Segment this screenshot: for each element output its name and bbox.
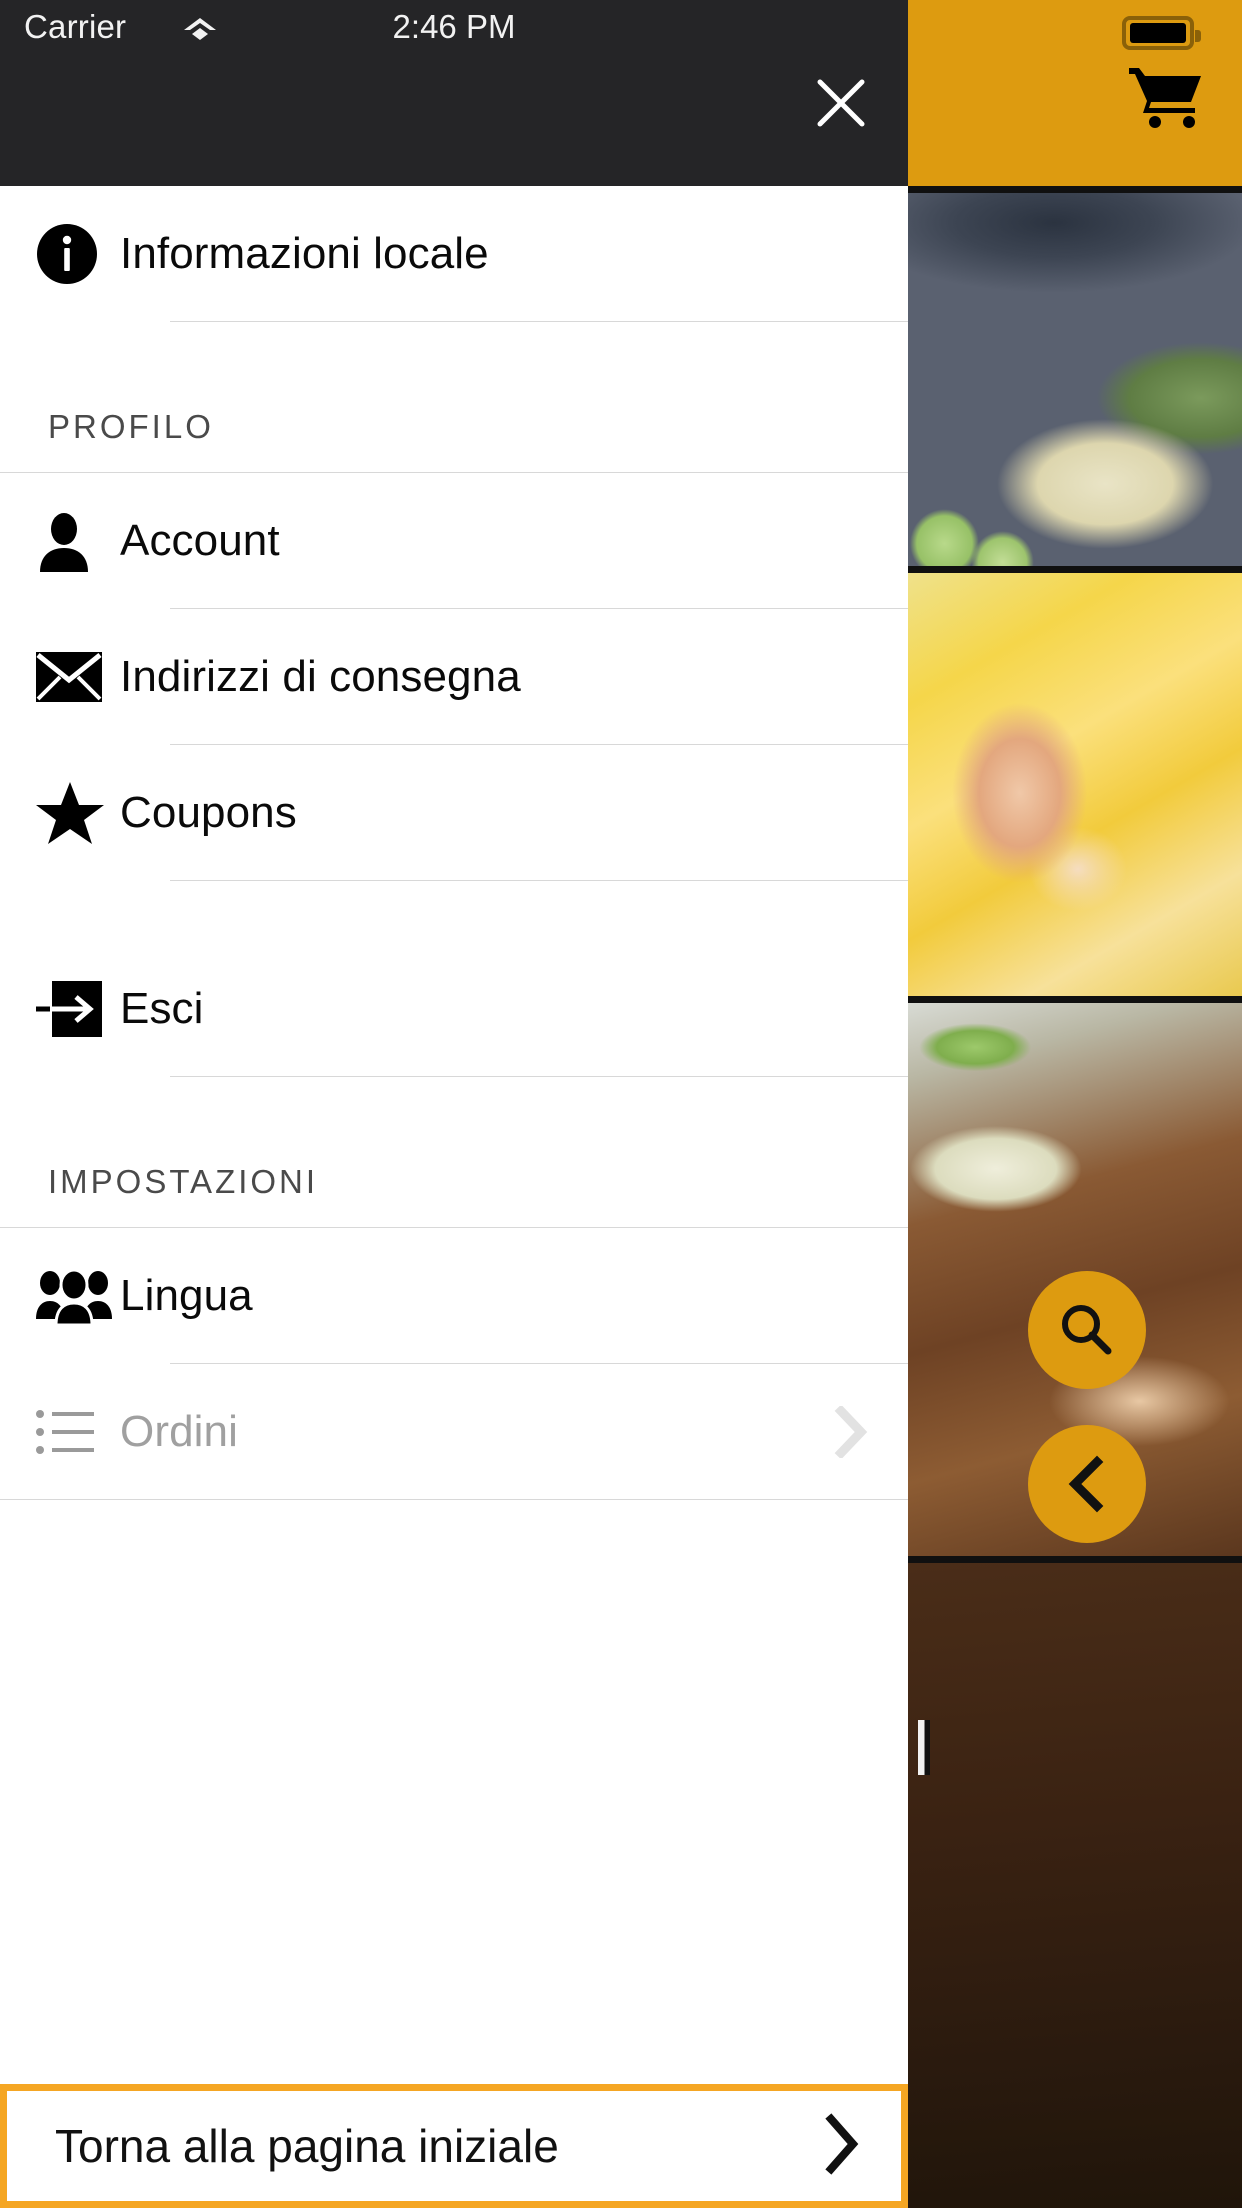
exit-icon (36, 980, 120, 1037)
drawer-menu: Informazioni locale PROFILO Account Indi… (0, 186, 908, 2208)
menu-gap (0, 881, 908, 941)
shopping-cart-icon[interactable] (1126, 62, 1206, 132)
menu-item-label: Ordini (120, 1406, 238, 1456)
divider (0, 1499, 908, 1500)
menu-item-indirizzi-di-consegna[interactable]: Indirizzi di consegna (0, 609, 908, 744)
status-bar: Carrier 2:46 PM (0, 0, 908, 60)
person-icon (36, 510, 120, 572)
chevron-right-icon (821, 2112, 863, 2180)
home-button-label: Torna alla pagina iniziale (55, 2120, 559, 2172)
food-photo-2[interactable] (900, 566, 1242, 996)
home-button[interactable]: Torna alla pagina iniziale (0, 2084, 908, 2208)
drawer-header: Carrier 2:46 PM (0, 0, 908, 186)
section-header-profilo: PROFILO (0, 322, 908, 472)
star-icon (36, 781, 120, 845)
menu-item-informazioni-locale[interactable]: Informazioni locale (0, 186, 908, 321)
menu-item-label: Lingua (120, 1270, 253, 1320)
envelope-icon (36, 651, 120, 702)
menu-item-label: Esci (120, 983, 204, 1033)
menu-item-label: Informazioni locale (120, 228, 489, 278)
search-fab-button[interactable] (1028, 1271, 1146, 1389)
chevron-right-icon (834, 1405, 868, 1458)
text-cursor (918, 1720, 930, 1775)
close-icon[interactable] (810, 72, 872, 134)
search-icon (1062, 1305, 1112, 1355)
back-fab-button[interactable] (1028, 1425, 1146, 1543)
menu-item-ordini[interactable]: Ordini (0, 1364, 908, 1499)
clock-label: 2:46 PM (392, 8, 516, 45)
food-photo-1[interactable] (900, 186, 1242, 566)
menu-item-label: Coupons (120, 787, 297, 837)
battery-icon (1122, 16, 1201, 50)
food-photo-4[interactable] (900, 1556, 1242, 2208)
menu-item-lingua[interactable]: Lingua (0, 1228, 908, 1363)
list-icon (36, 1409, 120, 1455)
menu-item-label: Account (120, 515, 280, 565)
people-group-icon (36, 1267, 120, 1325)
menu-item-esci[interactable]: Esci (0, 941, 908, 1076)
menu-item-account[interactable]: Account (0, 473, 908, 608)
app-screen: Carrier 2:46 PM Informazioni locale PROF… (0, 0, 1242, 2208)
section-header-impostazioni: IMPOSTAZIONI (0, 1077, 908, 1227)
menu-item-label: Indirizzi di consegna (120, 651, 521, 701)
menu-item-coupons[interactable]: Coupons (0, 745, 908, 880)
chevron-left-icon (1068, 1455, 1104, 1513)
info-circle-icon (36, 223, 120, 285)
side-drawer: Carrier 2:46 PM Informazioni locale PROF… (0, 0, 908, 2208)
